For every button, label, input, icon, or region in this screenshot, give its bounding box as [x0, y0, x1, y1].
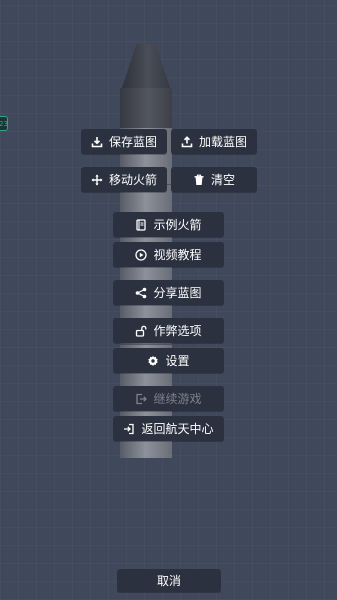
return-space-center-button[interactable]: 返回航天中心	[113, 416, 224, 441]
video-tutorial-button[interactable]: 视频教程	[113, 242, 224, 267]
save-blueprint-label: 保存蓝图	[108, 135, 157, 149]
build-screen: 23 保存蓝图 加载蓝图 移动火箭 清空 示例火箭	[0, 0, 337, 600]
cheat-options-button[interactable]: 作弊选项	[113, 318, 224, 343]
download-icon	[91, 136, 103, 148]
example-rockets-label: 示例火箭	[153, 218, 202, 232]
example-rockets-button[interactable]: 示例火箭	[113, 212, 224, 237]
upload-icon	[181, 135, 193, 148]
video-tutorial-label: 视频教程	[153, 248, 202, 262]
move-rocket-button[interactable]: 移动火箭	[81, 167, 167, 192]
load-blueprint-label: 加载蓝图	[198, 135, 247, 149]
share-blueprint-button[interactable]: 分享蓝图	[113, 280, 224, 305]
continue-game-button[interactable]: 继续游戏	[113, 386, 224, 411]
sign-in-icon	[123, 423, 135, 435]
trash-icon	[193, 174, 205, 186]
clear-label: 清空	[210, 173, 235, 187]
continue-game-label: 继续游戏	[153, 392, 202, 406]
move-rocket-label: 移动火箭	[108, 173, 157, 187]
cancel-button[interactable]: 取消	[117, 569, 221, 592]
gear-icon	[147, 355, 159, 367]
share-icon	[135, 287, 147, 299]
unlock-icon	[135, 325, 147, 337]
clear-button[interactable]: 清空	[171, 167, 257, 192]
cheat-options-label: 作弊选项	[153, 324, 202, 338]
settings-button[interactable]: 设置	[113, 348, 224, 373]
exit-icon	[135, 393, 148, 405]
save-blueprint-button[interactable]: 保存蓝图	[81, 129, 167, 154]
return-space-center-label: 返回航天中心	[141, 422, 214, 436]
share-blueprint-label: 分享蓝图	[153, 286, 202, 300]
cancel-label: 取消	[156, 574, 181, 588]
settings-label: 设置	[165, 354, 190, 368]
load-blueprint-button[interactable]: 加载蓝图	[171, 129, 257, 154]
book-icon	[135, 218, 147, 231]
move-arrows-icon	[91, 174, 103, 186]
play-circle-icon	[135, 248, 148, 261]
